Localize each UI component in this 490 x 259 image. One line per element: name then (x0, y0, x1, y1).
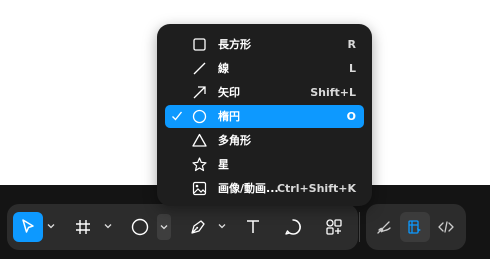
code-icon (438, 221, 454, 233)
design-mode-button[interactable] (400, 212, 430, 242)
main-toolbar (7, 204, 358, 250)
image-icon (192, 181, 207, 196)
arrow-icon (193, 86, 206, 99)
checkmark-icon (172, 111, 183, 121)
toolbar-divider (359, 212, 360, 242)
ellipse-icon (131, 218, 149, 236)
draw-icon (377, 221, 391, 234)
comment-icon (285, 219, 301, 235)
move-tool-button[interactable] (13, 212, 43, 242)
menu-item-star[interactable]: 星 (165, 153, 364, 176)
actions-tool-button[interactable] (319, 212, 349, 242)
line-icon (193, 62, 206, 75)
shape-tool-button[interactable] (125, 212, 155, 242)
menu-item-line[interactable]: 線 L (165, 57, 364, 80)
menu-item-rectangle[interactable]: 長方形 R (165, 33, 364, 56)
dev-mode-button[interactable] (431, 212, 461, 242)
polygon-icon (192, 133, 207, 147)
actions-icon (326, 219, 342, 235)
frame-tool-button[interactable] (68, 212, 98, 242)
shape-tools-menu: 長方形 R 線 L 矢印 Shift+L 楕円 O 多角形 星 画像/動画...… (157, 24, 372, 206)
chevron-down-icon (218, 224, 226, 229)
ellipse-icon (192, 109, 207, 124)
chevron-down-icon (160, 225, 168, 230)
mode-toolbar (366, 204, 466, 250)
menu-item-arrow[interactable]: 矢印 Shift+L (165, 81, 364, 104)
text-icon (247, 220, 259, 233)
pen-tool-dropdown[interactable] (217, 220, 227, 232)
pen-tool-button[interactable] (183, 212, 213, 242)
frame-tool-dropdown[interactable] (103, 220, 113, 232)
rectangle-icon (193, 38, 206, 51)
menu-item-polygon[interactable]: 多角形 (165, 129, 364, 152)
design-icon (408, 220, 421, 234)
chevron-down-icon (47, 224, 55, 229)
shape-tool-dropdown[interactable] (157, 214, 171, 240)
draw-mode-button[interactable] (369, 212, 399, 242)
star-icon (192, 157, 207, 172)
menu-item-image-video[interactable]: 画像/動画... Ctrl+Shift+K (165, 177, 364, 200)
chevron-down-icon (104, 224, 112, 229)
pen-icon (191, 220, 205, 234)
cursor-icon (22, 219, 34, 233)
move-tool-dropdown[interactable] (46, 220, 56, 232)
frame-icon (76, 220, 90, 234)
text-tool-button[interactable] (238, 212, 268, 242)
comment-tool-button[interactable] (278, 212, 308, 242)
menu-item-ellipse[interactable]: 楕円 O (165, 105, 364, 128)
